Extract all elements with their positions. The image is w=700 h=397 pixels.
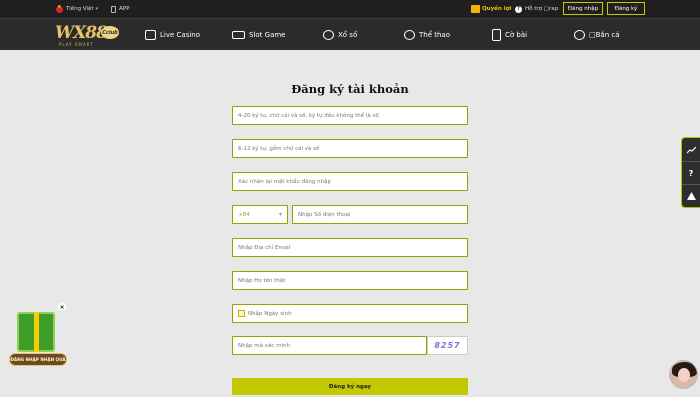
- gift-ribbon: [34, 312, 39, 352]
- nav-xo-so-label: Xổ số: [338, 31, 358, 39]
- page-title: Đăng ký tài khoản: [291, 82, 409, 96]
- support-label: Hỗ trợ □rap: [525, 6, 559, 12]
- support-link[interactable]: ? Hỗ trợ □rap: [515, 0, 558, 18]
- main-nav: WX88 Cclub PLAY SMART Live Casino Slot G…: [0, 18, 700, 50]
- username-placeholder: 4-20 ký tự, chữ cái và số, ký tự đầu khô…: [238, 112, 379, 119]
- nav-xo-so[interactable]: Xổ số: [323, 19, 357, 51]
- password-field[interactable]: 6-12 ký tự, gồm chữ cái và số: [232, 139, 468, 158]
- top-bar: Tiếng Việt ▾ APP Quyền lợi ? Hỗ trợ □rap…: [0, 0, 700, 18]
- promo-label: ĐĂNG NHẬP NHẬN QUÀ: [9, 353, 67, 366]
- logo-text: WX88: [55, 23, 108, 43]
- chevron-down-icon: ▾: [278, 211, 282, 218]
- chart-icon[interactable]: [682, 138, 700, 161]
- password-placeholder: 6-12 ký tự, gồm chữ cái và số: [238, 145, 320, 152]
- mobile-icon: [111, 5, 116, 13]
- phone-prefix-select[interactable]: +84 ▾: [232, 205, 288, 224]
- login-button[interactable]: Đăng nhập: [563, 2, 603, 15]
- email-placeholder: Nhập Địa chỉ Email: [238, 244, 291, 251]
- birthday-field[interactable]: Nhập Ngày sinh: [232, 304, 468, 323]
- question-icon: ?: [515, 5, 522, 13]
- phone-placeholder: Nhập Số điện thoại: [298, 211, 351, 218]
- slot-machine-icon: [232, 31, 245, 39]
- lottery-ball-icon: [323, 30, 334, 40]
- nav-ban-ca-label: □Bắn cá: [589, 31, 620, 39]
- chevron-down-icon: ▾: [95, 6, 99, 12]
- side-toolbar: ?: [681, 137, 700, 208]
- quyenloi-link[interactable]: Quyền lợi: [471, 0, 511, 18]
- app-link[interactable]: APP: [111, 0, 129, 18]
- logo-tagline: PLAY SMART: [59, 42, 94, 47]
- nav-live-casino[interactable]: Live Casino: [145, 19, 200, 51]
- username-field[interactable]: 4-20 ký tự, chữ cái và số, ký tự đầu khô…: [232, 106, 468, 125]
- quyenloi-label: Quyền lợi: [482, 6, 512, 12]
- avatar-face: [678, 368, 690, 382]
- confirm-password-field[interactable]: Xác nhận lại mật khẩu đăng nhập: [232, 172, 468, 191]
- casino-icon: [145, 30, 156, 40]
- calendar-icon: [238, 310, 245, 317]
- fish-icon: [574, 30, 585, 40]
- captcha-placeholder: Nhập mã xác minh: [238, 342, 290, 349]
- birthday-placeholder: Nhập Ngày sinh: [248, 310, 292, 317]
- nav-ban-ca[interactable]: □Bắn cá: [574, 19, 620, 51]
- logo-badge: Cclub: [101, 26, 119, 39]
- nav-the-thao[interactable]: Thể thao: [404, 19, 450, 51]
- promo-widget[interactable]: ĐĂNG NHẬP NHẬN QUÀ ×: [9, 303, 67, 368]
- basketball-icon: [404, 30, 415, 40]
- vietnam-flag-icon: [56, 4, 63, 13]
- app-label: APP: [119, 6, 130, 12]
- register-submit-button[interactable]: Đăng ký ngay: [232, 378, 468, 395]
- captcha-image[interactable]: 8257: [427, 336, 468, 355]
- fullname-placeholder: Nhập Họ tên thật: [238, 277, 286, 284]
- language-label: Tiếng Việt: [66, 6, 94, 12]
- nav-co-bai-label: Cờ bài: [505, 31, 528, 39]
- gift-icon: [471, 5, 480, 13]
- confirm-password-placeholder: Xác nhận lại mật khẩu đăng nhập: [238, 178, 331, 185]
- nav-live-casino-label: Live Casino: [160, 31, 201, 39]
- nav-the-thao-label: Thể thao: [419, 31, 450, 39]
- nav-slot-game[interactable]: Slot Game: [232, 19, 285, 51]
- language-selector[interactable]: Tiếng Việt ▾: [56, 0, 98, 18]
- arrow-up-icon[interactable]: [682, 184, 700, 207]
- phone-prefix-value: +84: [238, 211, 250, 218]
- support-avatar[interactable]: [669, 360, 698, 389]
- close-icon[interactable]: ×: [58, 303, 66, 311]
- captcha-field[interactable]: Nhập mã xác minh: [232, 336, 427, 355]
- nav-co-bai[interactable]: Cờ bài: [492, 19, 527, 51]
- logo[interactable]: WX88 Cclub PLAY SMART: [55, 22, 123, 48]
- help-icon[interactable]: ?: [682, 161, 700, 184]
- email-field[interactable]: Nhập Địa chỉ Email: [232, 238, 468, 257]
- fullname-field[interactable]: Nhập Họ tên thật: [232, 271, 468, 290]
- phone-field[interactable]: Nhập Số điện thoại: [292, 205, 468, 224]
- playing-card-icon: [492, 29, 501, 41]
- register-button[interactable]: Đăng ký: [607, 2, 645, 15]
- nav-slot-game-label: Slot Game: [249, 31, 286, 39]
